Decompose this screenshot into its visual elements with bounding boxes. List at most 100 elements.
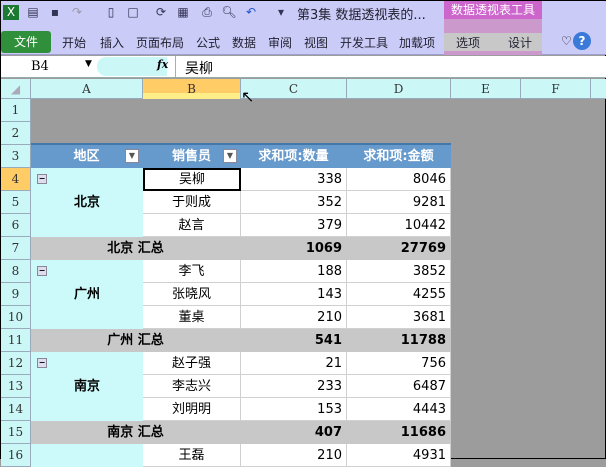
quantity-cell[interactable]: 21 bbox=[241, 352, 347, 375]
row-header-3[interactable]: 3 bbox=[1, 145, 31, 168]
quantity-cell[interactable]: 188 bbox=[241, 260, 347, 283]
salesperson-cell[interactable]: 赵言 bbox=[143, 214, 241, 237]
subtotal-quantity[interactable]: 1069 bbox=[241, 237, 347, 260]
salesperson-cell[interactable]: 董桌 bbox=[143, 306, 241, 329]
column-header-E[interactable]: E bbox=[451, 79, 521, 99]
ribbon-tab[interactable]: 加载项 bbox=[399, 34, 435, 51]
filter-dropdown-icon[interactable]: ▼ bbox=[223, 149, 237, 163]
amount-cell[interactable]: 4443 bbox=[347, 398, 451, 421]
amount-cell[interactable]: 8046 bbox=[347, 168, 451, 191]
collapse-icon[interactable]: − bbox=[37, 266, 47, 276]
ribbon-tab-options[interactable]: 选项 bbox=[456, 34, 480, 51]
salesperson-cell[interactable]: 赵子强 bbox=[143, 352, 241, 375]
subtotal-label[interactable]: 南京 汇总 bbox=[31, 421, 241, 444]
collapse-icon[interactable]: − bbox=[37, 174, 47, 184]
row-header-16[interactable]: 16 bbox=[1, 444, 31, 467]
salesperson-cell[interactable]: 王磊 bbox=[143, 444, 241, 467]
salesperson-cell[interactable]: 李飞 bbox=[143, 260, 241, 283]
refresh-icon[interactable]: ⟳ bbox=[153, 5, 169, 20]
form-icon[interactable]: ▦ bbox=[175, 5, 191, 20]
quantity-cell[interactable]: 379 bbox=[241, 214, 347, 237]
row-header-10[interactable]: 10 bbox=[1, 306, 31, 329]
subtotal-amount[interactable]: 27769 bbox=[347, 237, 451, 260]
quantity-cell[interactable]: 143 bbox=[241, 283, 347, 306]
row-header-5[interactable]: 5 bbox=[1, 191, 31, 214]
formula-input[interactable]: 吴柳 bbox=[185, 58, 213, 78]
subtotal-label[interactable]: 广州 汇总 bbox=[31, 329, 241, 352]
quantity-cell[interactable]: 338 bbox=[241, 168, 347, 191]
printer-icon[interactable]: ⎙ bbox=[199, 5, 215, 20]
row-header-4[interactable]: 4 bbox=[1, 168, 31, 191]
ribbon-tab[interactable]: 审阅 bbox=[268, 34, 292, 51]
quantity-cell[interactable]: 210 bbox=[241, 444, 347, 467]
amount-cell[interactable]: 6487 bbox=[347, 375, 451, 398]
open-icon[interactable]: □ bbox=[125, 5, 141, 20]
row-header-9[interactable]: 9 bbox=[1, 283, 31, 306]
print-preview-icon[interactable]: 🔍︎ bbox=[221, 5, 237, 20]
filter-dropdown-icon[interactable]: ▼ bbox=[125, 149, 139, 163]
row-header-1[interactable]: 1 bbox=[1, 99, 31, 122]
column-header-C[interactable]: C bbox=[241, 79, 347, 99]
amount-cell[interactable]: 3852 bbox=[347, 260, 451, 283]
ribbon-tab-design[interactable]: 设计 bbox=[508, 34, 532, 51]
row-header-14[interactable]: 14 bbox=[1, 398, 31, 421]
quantity-cell[interactable]: 153 bbox=[241, 398, 347, 421]
ribbon-tab[interactable]: 开发工具 bbox=[340, 34, 388, 51]
insert-function-icon[interactable]: fx bbox=[157, 58, 168, 71]
ribbon-tab[interactable]: 数据 bbox=[232, 34, 256, 51]
amount-cell[interactable]: 9281 bbox=[347, 191, 451, 214]
row-header-11[interactable]: 11 bbox=[1, 329, 31, 352]
ribbon-tab[interactable]: 视图 bbox=[304, 34, 328, 51]
subtotal-amount[interactable]: 11686 bbox=[347, 421, 451, 444]
amount-cell[interactable]: 4931 bbox=[347, 444, 451, 467]
subtotal-amount[interactable]: 11788 bbox=[347, 329, 451, 352]
salesperson-cell[interactable]: 李志兴 bbox=[143, 375, 241, 398]
row-header-8[interactable]: 8 bbox=[1, 260, 31, 283]
column-header-D[interactable]: D bbox=[347, 79, 451, 99]
redo-icon[interactable]: ↷ bbox=[69, 5, 85, 20]
help-icon[interactable]: ? bbox=[573, 32, 591, 50]
pivot-header-label: 地区 bbox=[73, 149, 100, 164]
name-box-dropdown-icon[interactable]: ▼ bbox=[85, 59, 92, 69]
row-header-13[interactable]: 13 bbox=[1, 375, 31, 398]
amount-cell[interactable]: 10442 bbox=[347, 214, 451, 237]
subtotal-quantity[interactable]: 407 bbox=[241, 421, 347, 444]
salesperson-cell[interactable]: 吴柳 bbox=[143, 168, 241, 191]
amount-cell[interactable]: 3681 bbox=[347, 306, 451, 329]
name-box[interactable]: B4 bbox=[1, 56, 97, 77]
column-header-F[interactable]: F bbox=[521, 79, 591, 99]
file-tab[interactable]: 文件 bbox=[1, 31, 51, 53]
ribbon-tab[interactable]: 页面布局 bbox=[136, 34, 184, 51]
quantity-cell[interactable]: 210 bbox=[241, 306, 347, 329]
ribbon-tab[interactable]: 公式 bbox=[196, 34, 220, 51]
amount-cell[interactable]: 4255 bbox=[347, 283, 451, 306]
salesperson-cell[interactable]: 张晓风 bbox=[143, 283, 241, 306]
column-header-A[interactable]: A bbox=[31, 79, 143, 99]
quantity-cell[interactable]: 352 bbox=[241, 191, 347, 214]
region-label: 北京 bbox=[73, 195, 100, 210]
subtotal-quantity[interactable]: 541 bbox=[241, 329, 347, 352]
row-header-7[interactable]: 7 bbox=[1, 237, 31, 260]
print-icon[interactable]: ▤ bbox=[25, 5, 41, 20]
pivot-header[interactable]: 地区 ▼ bbox=[31, 145, 143, 168]
customize-toolbar-icon[interactable]: ▾ bbox=[273, 5, 289, 20]
salesperson-cell[interactable]: 于则成 bbox=[143, 191, 241, 214]
ribbon-tab[interactable]: 开始 bbox=[62, 34, 86, 51]
save-icon[interactable]: ▪ bbox=[47, 5, 63, 20]
minimize-ribbon-icon[interactable]: ♡ bbox=[561, 34, 572, 48]
new-document-icon[interactable]: ▯ bbox=[103, 5, 119, 20]
amount-cell[interactable]: 756 bbox=[347, 352, 451, 375]
select-all-button[interactable]: ◢ bbox=[1, 79, 31, 99]
row-header-6[interactable]: 6 bbox=[1, 214, 31, 237]
ribbon-tab[interactable]: 插入 bbox=[100, 34, 124, 51]
row-header-2[interactable]: 2 bbox=[1, 122, 31, 145]
subtotal-label[interactable]: 北京 汇总 bbox=[31, 237, 241, 260]
quantity-cell[interactable]: 233 bbox=[241, 375, 347, 398]
row-header-15[interactable]: 15 bbox=[1, 421, 31, 444]
pivot-header[interactable]: 销售员 ▼ bbox=[143, 145, 241, 168]
column-header-B[interactable]: B bbox=[143, 79, 241, 99]
row-header-12[interactable]: 12 bbox=[1, 352, 31, 375]
undo-icon[interactable]: ↶ bbox=[243, 5, 259, 20]
salesperson-cell[interactable]: 刘明明 bbox=[143, 398, 241, 421]
collapse-icon[interactable]: − bbox=[37, 358, 47, 368]
